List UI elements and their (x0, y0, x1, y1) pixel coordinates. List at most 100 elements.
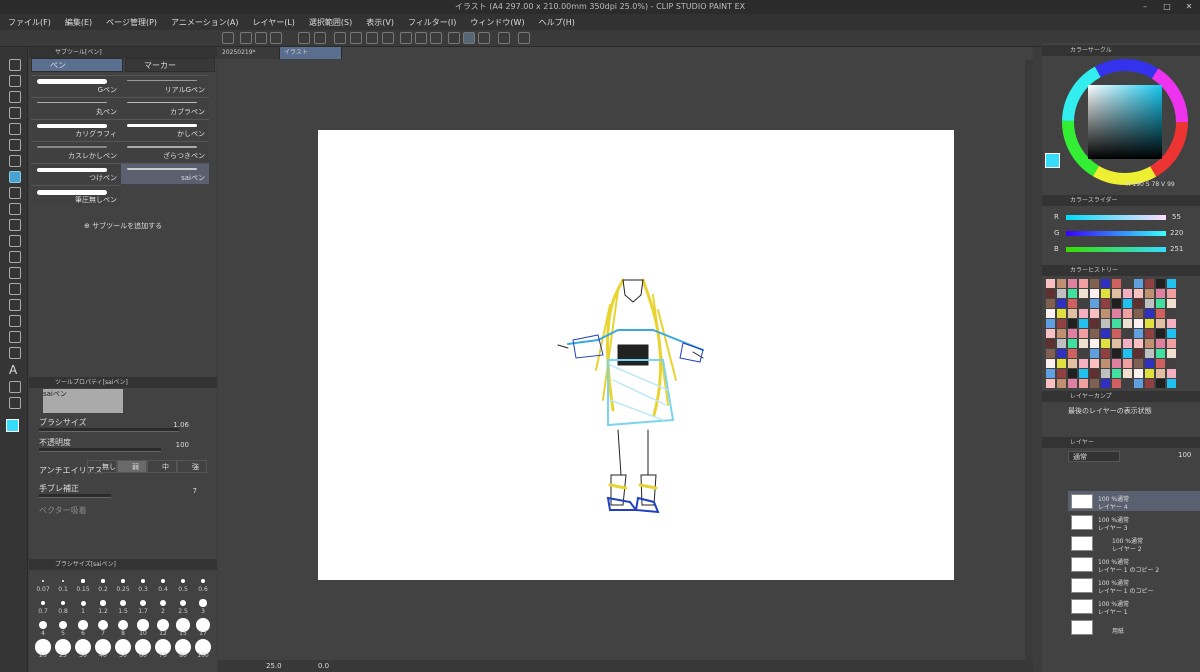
brush-size-0.3[interactable]: 0.3 (133, 573, 153, 593)
history-swatch[interactable] (1068, 379, 1077, 388)
history-swatch[interactable] (1057, 279, 1066, 288)
brush-size-0.4[interactable]: 0.4 (153, 573, 173, 593)
history-swatch[interactable] (1123, 319, 1132, 328)
brush-size-4[interactable]: 4 (33, 617, 53, 637)
history-swatch[interactable] (1123, 309, 1132, 318)
brush-size-value[interactable]: 1.06 (173, 421, 189, 429)
eyedropper-tool-icon[interactable] (9, 155, 21, 167)
menu-help[interactable]: ヘルプ(H) (539, 17, 575, 28)
history-swatch[interactable] (1057, 309, 1066, 318)
brush-size-6[interactable]: 6 (73, 617, 93, 637)
tab-pen[interactable]: ペン (31, 58, 123, 72)
opacity-value[interactable]: 100 (176, 441, 189, 449)
history-swatch[interactable] (1167, 369, 1176, 378)
brush-size-0.6[interactable]: 0.6 (193, 573, 213, 593)
undo-icon[interactable] (298, 32, 310, 44)
new-icon[interactable] (240, 32, 252, 44)
history-swatch[interactable] (1090, 349, 1099, 358)
history-swatch[interactable] (1046, 319, 1055, 328)
history-swatch[interactable] (1112, 379, 1121, 388)
layer-opacity-value[interactable]: 100 (1178, 451, 1191, 459)
history-swatch[interactable] (1167, 359, 1176, 368)
brush-size-40[interactable]: 40 (93, 639, 113, 659)
history-swatch[interactable] (1134, 299, 1143, 308)
history-swatch[interactable] (1046, 309, 1055, 318)
history-swatch[interactable] (1057, 359, 1066, 368)
brush-size-1[interactable]: 1 (73, 595, 93, 615)
lasso-tool-icon[interactable] (9, 123, 21, 135)
history-swatch[interactable] (1123, 359, 1132, 368)
invert-icon[interactable] (430, 32, 442, 44)
history-swatch[interactable] (1046, 279, 1055, 288)
stabilization-value[interactable]: 7 (193, 487, 197, 495)
airbrush-tool-icon[interactable] (9, 219, 21, 231)
history-swatch[interactable] (1112, 349, 1121, 358)
eraser-tool-icon[interactable] (9, 251, 21, 263)
angle-value[interactable]: 0.0 (318, 662, 329, 670)
history-swatch[interactable] (1145, 299, 1154, 308)
brush-no-pressure-pen[interactable]: 筆圧無しペン (31, 185, 121, 206)
history-swatch[interactable] (1057, 369, 1066, 378)
history-swatch[interactable] (1167, 349, 1176, 358)
redo-icon[interactable] (314, 32, 326, 44)
history-swatch[interactable] (1068, 289, 1077, 298)
zoom-tool-icon[interactable] (9, 59, 21, 71)
history-swatch[interactable] (1101, 329, 1110, 338)
r-slider[interactable] (1066, 215, 1166, 220)
g-slider[interactable] (1066, 231, 1166, 236)
history-swatch[interactable] (1090, 309, 1099, 318)
close-icon[interactable]: ✕ (1178, 0, 1200, 14)
balloon-tool-icon[interactable] (9, 381, 21, 393)
menu-window[interactable]: ウィンドウ(W) (470, 17, 524, 28)
history-swatch[interactable] (1090, 329, 1099, 338)
history-swatch[interactable] (1101, 289, 1110, 298)
current-color-swatch[interactable] (1045, 153, 1060, 168)
history-swatch[interactable] (1134, 359, 1143, 368)
correct-line-tool-icon[interactable] (9, 397, 21, 409)
brush-size-1.5[interactable]: 1.5 (113, 595, 133, 615)
brush-size-10[interactable]: 10 (133, 617, 153, 637)
brush-maru-pen[interactable]: 丸ペン (31, 97, 121, 118)
history-swatch[interactable] (1156, 309, 1165, 318)
brush-size-0.5[interactable]: 0.5 (173, 573, 193, 593)
brush-calligraphy[interactable]: カリグラフィ (31, 119, 121, 140)
history-swatch[interactable] (1090, 379, 1099, 388)
brush-size-100[interactable]: 100 (193, 639, 213, 659)
grid-snap-icon[interactable] (478, 32, 490, 44)
history-swatch[interactable] (1145, 279, 1154, 288)
g-value[interactable]: 220 (1170, 229, 1183, 237)
brush-size-0.8[interactable]: 0.8 (53, 595, 73, 615)
history-swatch[interactable] (1145, 369, 1154, 378)
brush-size-50[interactable]: 50 (113, 639, 133, 659)
snap-icon[interactable] (448, 32, 460, 44)
history-swatch[interactable] (1079, 329, 1088, 338)
brush-size-80[interactable]: 80 (173, 639, 193, 659)
history-swatch[interactable] (1079, 349, 1088, 358)
brush-kashi-pen[interactable]: かしペン (121, 119, 209, 140)
transform-icon[interactable] (350, 32, 362, 44)
history-swatch[interactable] (1101, 309, 1110, 318)
history-swatch[interactable] (1057, 349, 1066, 358)
history-swatch[interactable] (1046, 349, 1055, 358)
brush-size-2[interactable]: 2 (153, 595, 173, 615)
history-swatch[interactable] (1057, 379, 1066, 388)
history-swatch[interactable] (1167, 279, 1176, 288)
main-color-swatch[interactable] (6, 419, 19, 432)
history-swatch[interactable] (1134, 319, 1143, 328)
figure-tool-icon[interactable] (9, 315, 21, 327)
brush-size-12[interactable]: 12 (153, 617, 173, 637)
history-swatch[interactable] (1101, 379, 1110, 388)
decoration-tool-icon[interactable] (9, 235, 21, 247)
history-swatch[interactable] (1134, 339, 1143, 348)
opacity-slider[interactable] (39, 448, 161, 452)
history-swatch[interactable] (1123, 379, 1132, 388)
brush-size-0.2[interactable]: 0.2 (93, 573, 113, 593)
brush-size-0.1[interactable]: 0.1 (53, 573, 73, 593)
history-swatch[interactable] (1167, 339, 1176, 348)
history-swatch[interactable] (1134, 279, 1143, 288)
brush-zaratsuki-pen[interactable]: ざらつきペン (121, 141, 209, 162)
canvas-paper[interactable] (318, 130, 954, 580)
layer-item-1-copy-2[interactable]: 100 %通常 レイヤー 1 のコピー 2 (1068, 554, 1200, 574)
brush-size-8[interactable]: 8 (113, 617, 133, 637)
history-swatch[interactable] (1167, 379, 1176, 388)
